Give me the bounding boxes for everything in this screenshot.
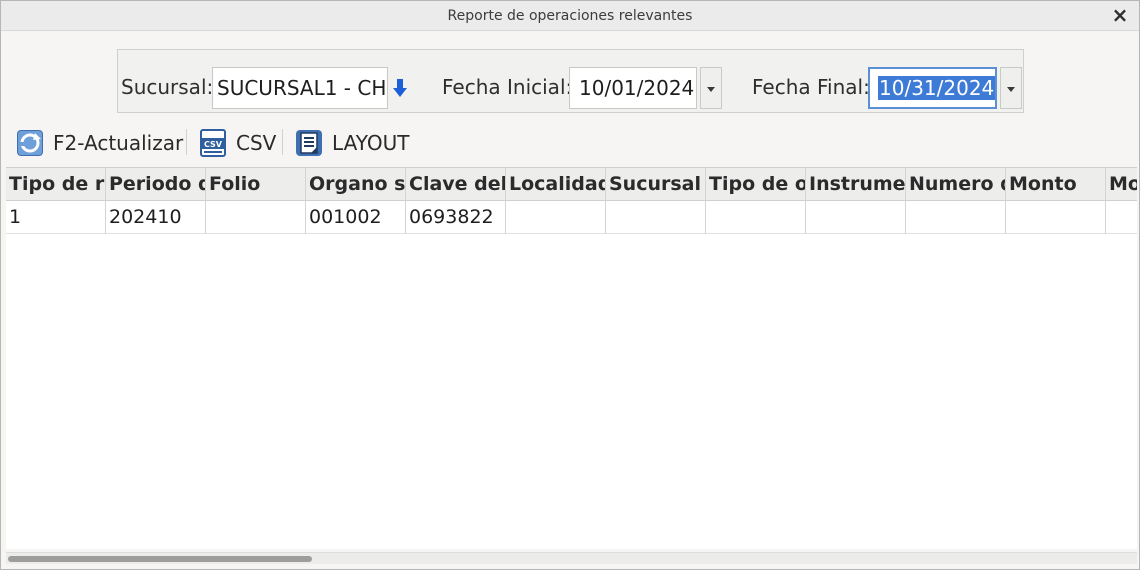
chevron-down-icon [707, 87, 715, 92]
chevron-down-icon [1007, 87, 1015, 92]
horizontal-scrollbar[interactable] [6, 552, 1137, 564]
column-header[interactable]: Tipo de operacion [706, 168, 806, 201]
table-cell[interactable] [506, 201, 606, 234]
fecha-final-label: Fecha Final: [752, 75, 870, 99]
csv-button[interactable]: CSV CSV [198, 123, 276, 163]
layout-label: LAYOUT [332, 131, 410, 155]
column-header[interactable]: Instrumento monetario [806, 168, 906, 201]
csv-file-icon: CSV [200, 129, 226, 157]
report-table[interactable]: Tipo de reporte Periodo de reporte Folio… [6, 167, 1137, 549]
column-header[interactable]: Folio [206, 168, 306, 201]
report-window: Reporte de operaciones relevantes × Sucu… [0, 0, 1140, 570]
table-cell[interactable] [706, 201, 806, 234]
filter-panel: Sucursal: SUCURSAL1 - CHIHUAHUA Fecha In… [117, 49, 1024, 113]
table-header: Tipo de reporte Periodo de reporte Folio… [6, 168, 1137, 201]
refresh-button[interactable]: F2-Actualizar [15, 123, 183, 163]
fecha-inicial-label: Fecha Inicial: [442, 75, 573, 99]
column-header[interactable]: Moneda [1106, 168, 1137, 201]
table-cell[interactable]: 0693822 [406, 201, 506, 234]
arrow-down-icon [393, 79, 407, 97]
column-header[interactable]: Clave del sujeto [406, 168, 506, 201]
table-cell[interactable]: 1 [6, 201, 106, 234]
close-icon[interactable]: × [1109, 4, 1131, 26]
table-cell[interactable] [606, 201, 706, 234]
refresh-label: F2-Actualizar [53, 131, 184, 155]
sucursal-lookup-button[interactable] [389, 67, 411, 109]
toolbar-separator [186, 129, 187, 155]
document-list-icon [296, 130, 322, 156]
fecha-final-input[interactable]: 10/31/2024 [868, 67, 997, 109]
scrollbar-thumb[interactable] [8, 556, 312, 562]
fecha-inicial-dropdown-button[interactable] [700, 67, 722, 109]
column-header[interactable]: Tipo de reporte [6, 168, 106, 201]
table-cell[interactable] [906, 201, 1006, 234]
column-header[interactable]: Organo supervisor [306, 168, 406, 201]
table-cell[interactable] [806, 201, 906, 234]
window-title: Reporte de operaciones relevantes [447, 8, 693, 24]
column-header[interactable]: Localidad [506, 168, 606, 201]
sucursal-input[interactable]: SUCURSAL1 - CHIHUAHUA [212, 67, 388, 109]
fecha-inicial-input[interactable]: 10/01/2024 [569, 67, 697, 109]
title-bar[interactable]: Reporte de operaciones relevantes × [1, 1, 1139, 31]
table-cell[interactable] [1006, 201, 1106, 234]
layout-button[interactable]: LAYOUT [294, 123, 409, 163]
column-header[interactable]: Sucursal [606, 168, 706, 201]
sucursal-label: Sucursal: [121, 75, 214, 99]
column-header[interactable]: Periodo de reporte [106, 168, 206, 201]
csv-icon-text: CSV [204, 140, 223, 149]
table-cell[interactable]: 001002 [306, 201, 406, 234]
toolbar-separator [282, 129, 283, 155]
table-cell[interactable] [1106, 201, 1137, 234]
table-row[interactable]: 1 202410 001002 0693822 [6, 201, 1137, 234]
refresh-icon [17, 130, 43, 156]
table-cell[interactable] [206, 201, 306, 234]
csv-label: CSV [236, 131, 277, 155]
toolbar: F2-Actualizar CSV CSV LAYOUT [9, 123, 1129, 163]
fecha-final-selected-text: 10/31/2024 [878, 76, 995, 100]
column-header[interactable]: Numero de cuenta [906, 168, 1006, 201]
fecha-final-dropdown-button[interactable] [1000, 67, 1022, 109]
column-header[interactable]: Monto [1006, 168, 1106, 201]
table-cell[interactable]: 202410 [106, 201, 206, 234]
